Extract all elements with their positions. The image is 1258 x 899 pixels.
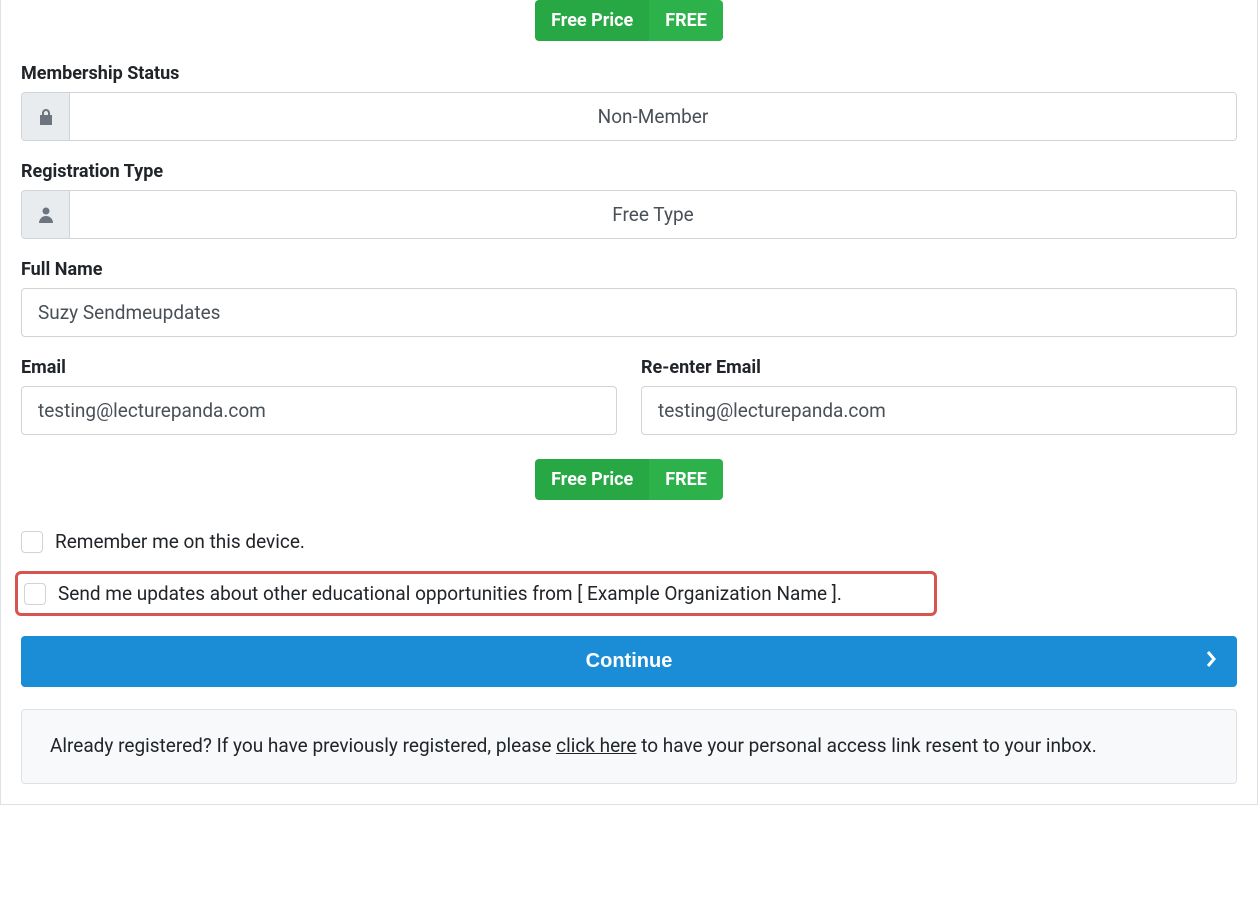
price-pill: Free Price FREE	[535, 459, 723, 500]
price-pill-bottom: Free Price FREE	[21, 459, 1237, 500]
registration-form: Free Price FREE Membership Status Non-Me…	[0, 0, 1258, 805]
registration-type-label: Registration Type	[21, 161, 1237, 182]
membership-status-value: Non-Member	[70, 93, 1236, 140]
already-registered-prefix: Already registered? If you have previous…	[50, 734, 556, 757]
reenter-email-group: Re-enter Email	[641, 357, 1237, 435]
continue-label: Continue	[586, 650, 673, 673]
email-input[interactable]	[21, 386, 617, 435]
email-label: Email	[21, 357, 617, 378]
click-here-link[interactable]: click here	[556, 734, 636, 757]
full-name-label: Full Name	[21, 259, 1237, 280]
email-group: Email	[21, 357, 617, 435]
full-name-group: Full Name	[21, 259, 1237, 337]
already-registered-box: Already registered? If you have previous…	[21, 709, 1237, 784]
remember-me-label: Remember me on this device.	[55, 530, 305, 553]
price-pill-top: Free Price FREE	[21, 0, 1237, 41]
continue-button[interactable]: Continue	[21, 636, 1237, 687]
membership-status-group: Membership Status Non-Member	[21, 63, 1237, 141]
person-icon	[22, 191, 70, 238]
membership-status-select[interactable]: Non-Member	[21, 92, 1237, 141]
reenter-email-label: Re-enter Email	[641, 357, 1237, 378]
price-label: Free Price	[535, 0, 649, 41]
send-updates-label: Send me updates about other educational …	[58, 582, 842, 605]
send-updates-row: Send me updates about other educational …	[24, 582, 928, 605]
price-value: FREE	[649, 459, 723, 500]
remember-me-checkbox[interactable]	[21, 531, 43, 553]
already-registered-suffix: to have your personal access link resent…	[637, 734, 1097, 757]
price-label: Free Price	[535, 459, 649, 500]
price-value: FREE	[649, 0, 723, 41]
price-pill: Free Price FREE	[535, 0, 723, 41]
registration-type-group: Registration Type Free Type	[21, 161, 1237, 239]
full-name-input[interactable]	[21, 288, 1237, 337]
chevron-right-icon	[1205, 650, 1217, 674]
registration-type-select[interactable]: Free Type	[21, 190, 1237, 239]
send-updates-checkbox[interactable]	[24, 583, 46, 605]
membership-status-label: Membership Status	[21, 63, 1237, 84]
email-row: Email Re-enter Email	[21, 357, 1237, 455]
registration-type-value: Free Type	[70, 191, 1236, 238]
send-updates-highlight: Send me updates about other educational …	[15, 571, 937, 616]
remember-me-row: Remember me on this device.	[21, 530, 1237, 553]
reenter-email-input[interactable]	[641, 386, 1237, 435]
lock-icon	[22, 93, 70, 140]
